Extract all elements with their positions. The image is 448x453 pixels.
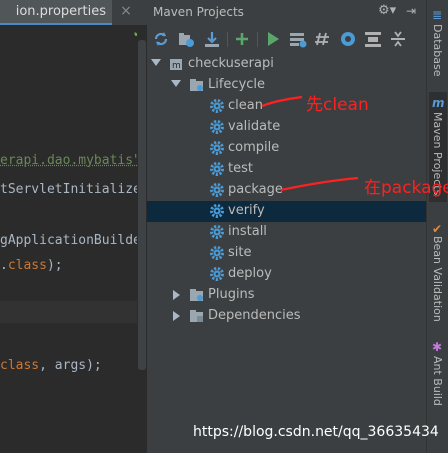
annotation-second: 在package bbox=[364, 178, 448, 198]
annotation-first: 先clean bbox=[306, 95, 369, 115]
annotation-strokes bbox=[261, 95, 359, 192]
watermark: https://blog.csdn.net/qq_36635434 bbox=[193, 424, 439, 440]
annotation-underline-clean bbox=[261, 95, 303, 108]
annotation-underline-package bbox=[280, 176, 359, 192]
